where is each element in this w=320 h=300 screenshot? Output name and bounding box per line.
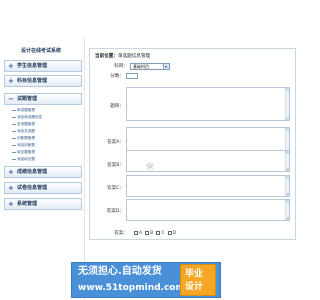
option-b-label: 答案B： xyxy=(107,163,124,168)
score-input[interactable] xyxy=(126,73,138,79)
sidebar: 设计在线考试系统 + 学生信息管理 + 科目信息管理 − 试题管理 单选题管理 … xyxy=(0,38,85,300)
score-label: 分数： xyxy=(110,74,124,79)
scroll-up-icon[interactable] xyxy=(286,151,289,154)
answer-option-b: B xyxy=(150,230,154,235)
plus-icon: + xyxy=(8,200,14,208)
answer-checkbox-a[interactable] xyxy=(134,231,138,235)
plus-icon: + xyxy=(8,184,14,192)
sub-item-true-false[interactable]: 判断题管理 xyxy=(12,135,35,141)
sidebar-item-student[interactable]: + 学生信息管理 xyxy=(4,60,82,72)
breadcrumb-current: 单选题信息管理 xyxy=(117,54,151,59)
watermark-badge-line2: 设计 xyxy=(185,282,204,292)
scrollbar[interactable] xyxy=(285,151,289,171)
scroll-down-icon[interactable] xyxy=(286,117,289,120)
option-d-label: 答案D： xyxy=(106,209,124,214)
scrollbar[interactable] xyxy=(285,200,289,220)
question-label: 题目： xyxy=(110,104,124,109)
scroll-up-icon[interactable] xyxy=(286,88,289,91)
question-textarea[interactable] xyxy=(126,87,290,121)
option-c-label: 答案C： xyxy=(107,186,124,191)
sidebar-title: 设计在线考试系统 xyxy=(20,48,61,54)
option-d-textarea[interactable] xyxy=(126,199,290,221)
answer-checkbox-b[interactable] xyxy=(145,231,150,235)
sub-item-add-true-false[interactable]: 添加判断题 xyxy=(12,142,35,148)
scroll-down-icon[interactable] xyxy=(286,217,289,220)
sidebar-item-label: 系统管理 xyxy=(17,201,38,207)
sidebar-item-label: 成绩信息管理 xyxy=(17,169,48,175)
sidebar-item-subject[interactable]: + 科目信息管理 xyxy=(4,75,82,87)
scrollbar[interactable] xyxy=(285,88,289,120)
watermark-badge-line1: 毕业 xyxy=(185,269,204,279)
answer-checkbox-d[interactable] xyxy=(167,231,172,235)
answer-option-d: D xyxy=(172,230,176,235)
sidebar-item-label: 科目信息管理 xyxy=(17,78,48,84)
sub-item-single-choice[interactable]: 单选题管理 xyxy=(12,107,35,113)
answer-option-c: C xyxy=(161,230,165,235)
watermark-url: www.51topmind.com xyxy=(78,283,185,293)
chevron-down-icon[interactable] xyxy=(163,64,169,69)
breadcrumb-prefix: 当前位置： xyxy=(95,54,118,59)
plus-icon: + xyxy=(8,62,14,70)
bullet-icon xyxy=(12,116,16,118)
sidebar-item-paper[interactable]: + 试卷信息管理 xyxy=(4,182,82,194)
sidebar-item-label: 试题管理 xyxy=(17,96,38,102)
option-a-label: 答案A： xyxy=(107,140,124,145)
sidebar-item-question[interactable]: − 试题管理 xyxy=(4,93,82,105)
bullet-icon xyxy=(12,123,16,125)
bullet-icon xyxy=(12,130,16,132)
sub-item-add-fill-blank[interactable]: 添加填空题 xyxy=(12,156,35,162)
bullet-icon xyxy=(12,151,16,153)
scroll-down-icon[interactable] xyxy=(286,168,289,171)
bullet-icon xyxy=(12,109,16,111)
plus-icon: + xyxy=(8,77,14,85)
minus-icon: − xyxy=(8,95,14,103)
subject-label: 科目： xyxy=(114,64,128,69)
answer-label: 答案： xyxy=(114,231,128,236)
answer-checkbox-c[interactable] xyxy=(156,231,161,235)
plus-icon: + xyxy=(8,168,14,176)
scrollbar[interactable] xyxy=(285,176,289,196)
breadcrumb: 当前位置：单选题信息管理 xyxy=(95,53,150,59)
loading-spinner-icon: ☼ xyxy=(145,160,155,173)
subject-select[interactable]: 基础科目 xyxy=(130,63,170,70)
option-c-textarea[interactable] xyxy=(126,175,290,197)
scroll-up-icon[interactable] xyxy=(286,128,289,131)
sub-item-add-multi-choice[interactable]: 添加多选题 xyxy=(12,128,35,134)
sidebar-item-label: 试卷信息管理 xyxy=(17,185,48,191)
sub-item-multi-choice[interactable]: 多选题管理 xyxy=(12,121,35,127)
sidebar-item-score[interactable]: + 成绩信息管理 xyxy=(4,166,82,178)
answer-checkbox-group: A B C D xyxy=(132,230,176,235)
bullet-icon xyxy=(12,158,16,160)
bullet-icon xyxy=(12,144,16,146)
watermark-badge: 毕业 设计 xyxy=(180,264,216,296)
sidebar-item-system[interactable]: + 系统管理 xyxy=(4,198,82,210)
watermark-slogan: 无须担心.自动发货 xyxy=(78,266,162,277)
answer-option-a: A xyxy=(139,230,142,235)
scroll-up-icon[interactable] xyxy=(286,176,289,179)
scroll-up-icon[interactable] xyxy=(286,200,289,203)
sub-item-fill-blank[interactable]: 填空题管理 xyxy=(12,149,35,155)
bullet-icon xyxy=(12,137,16,139)
sub-item-add-single-choice[interactable]: 添加单选题信息 xyxy=(12,114,42,120)
sidebar-item-label: 学生信息管理 xyxy=(17,63,48,69)
subject-select-value: 基础科目 xyxy=(133,64,149,69)
scroll-down-icon[interactable] xyxy=(286,193,289,196)
question-form-panel: 当前位置：单选题信息管理 科目： 基础科目 分数： 题目： 答案A： 答案B： … xyxy=(89,48,296,240)
